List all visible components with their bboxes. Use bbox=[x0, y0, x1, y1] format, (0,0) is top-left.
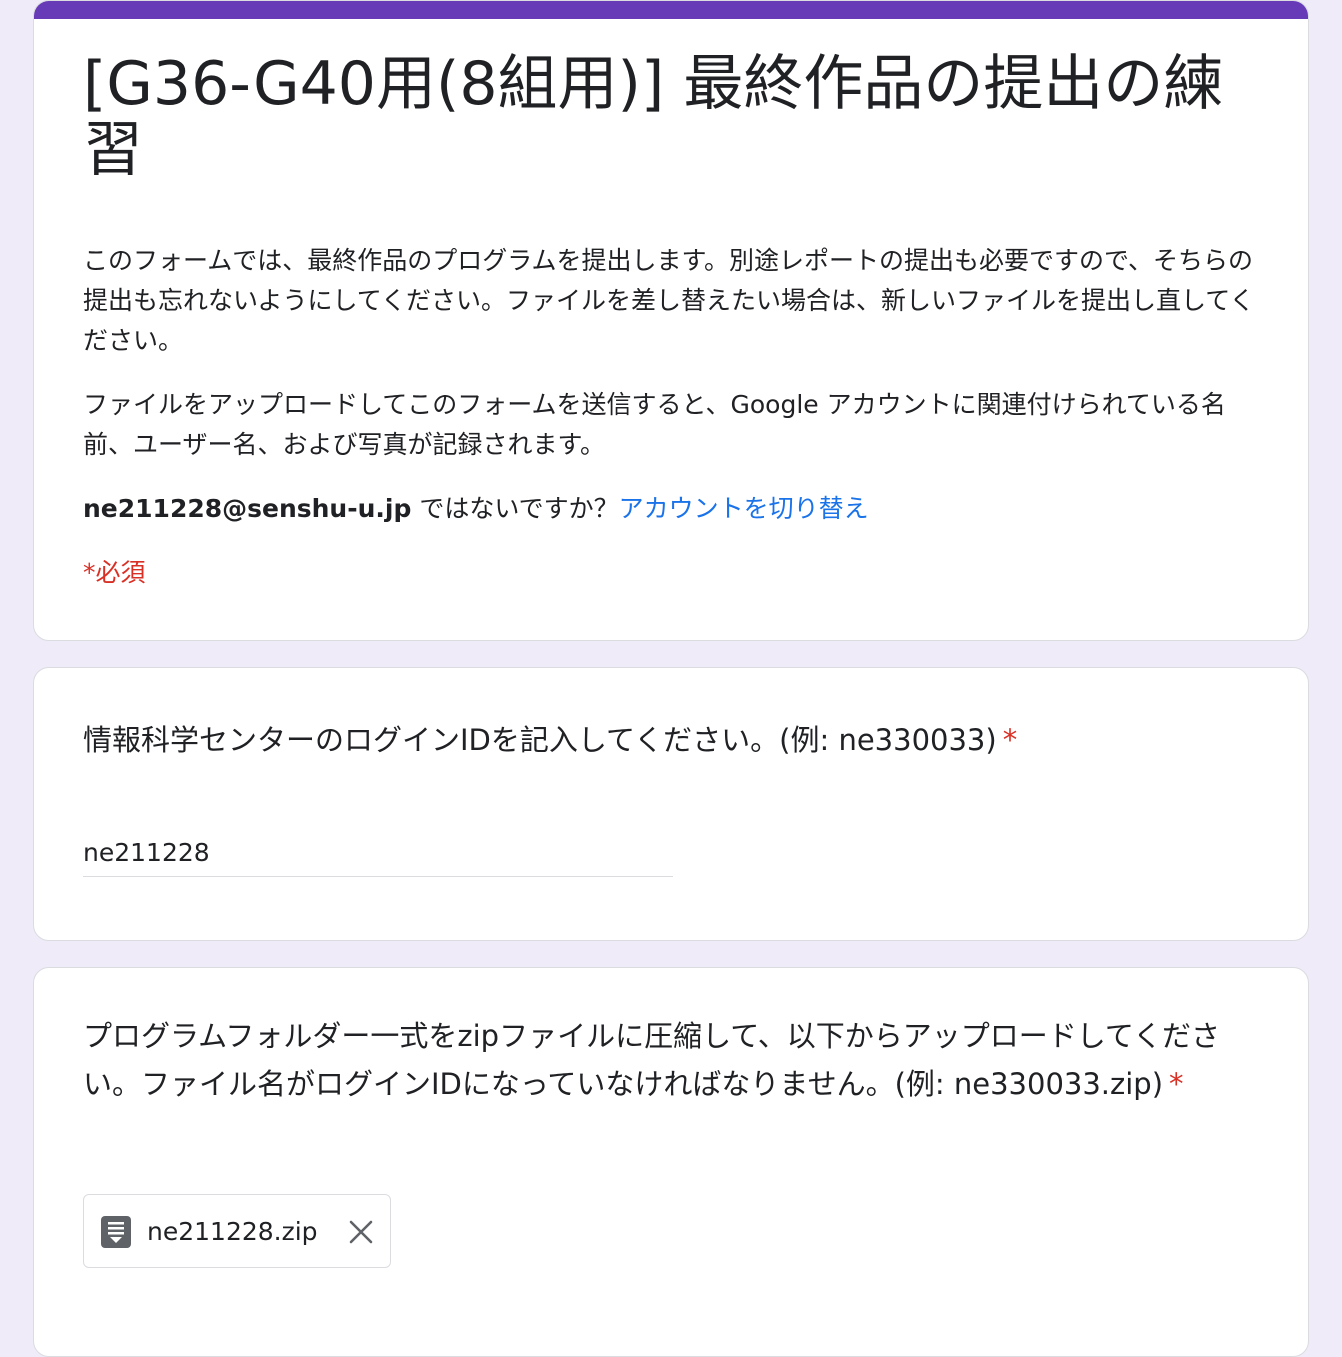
form-title: [G36-G40用(8組用)] 最終作品の提出の練習 bbox=[83, 49, 1224, 185]
account-email: ne211228@senshu-u.jp bbox=[83, 494, 412, 523]
required-star: * bbox=[1002, 723, 1018, 757]
account-question: ではないですか？ bbox=[411, 494, 619, 523]
question-card-file-upload: プログラムフォルダー一式をzipファイルに圧縮して、以下からアップロードしてくだ… bbox=[33, 967, 1309, 1357]
uploaded-file-name: ne211228.zip bbox=[147, 1217, 318, 1246]
archive-file-icon bbox=[101, 1216, 131, 1248]
question-label: プログラムフォルダー一式をzipファイルに圧縮して、以下からアップロードしてくだ… bbox=[83, 1019, 1221, 1101]
header-accent-bar bbox=[34, 1, 1308, 19]
required-note: *必須 bbox=[83, 558, 146, 587]
required-star: * bbox=[1169, 1067, 1184, 1101]
form-description: このフォームでは、最終作品のプログラムを提出します。別途レポートの提出も必要です… bbox=[83, 246, 1255, 355]
question-label: 情報科学センターのログインIDを記入してください。(例: ne330033) bbox=[83, 723, 997, 757]
switch-account-link[interactable]: アカウントを切り替え bbox=[619, 494, 869, 523]
login-id-input[interactable] bbox=[83, 828, 673, 877]
close-icon[interactable] bbox=[344, 1215, 378, 1249]
form-header-card: [G36-G40用(8組用)] 最終作品の提出の練習 このフォームでは、最終作品… bbox=[33, 0, 1309, 641]
question-card-login-id: 情報科学センターのログインIDを記入してください。(例: ne330033) * bbox=[33, 667, 1309, 941]
uploaded-file-chip[interactable]: ne211228.zip bbox=[83, 1194, 391, 1268]
upload-notice: ファイルをアップロードしてこのフォームを送信すると、Google アカウントに関… bbox=[83, 390, 1226, 459]
question-title: 情報科学センターのログインIDを記入してください。(例: ne330033) * bbox=[83, 716, 1258, 764]
account-line: ne211228@senshu-u.jp ではないですか？アカウントを切り替え bbox=[83, 489, 869, 529]
question-title: プログラムフォルダー一式をzipファイルに圧縮して、以下からアップロードしてくだ… bbox=[83, 1012, 1258, 1108]
